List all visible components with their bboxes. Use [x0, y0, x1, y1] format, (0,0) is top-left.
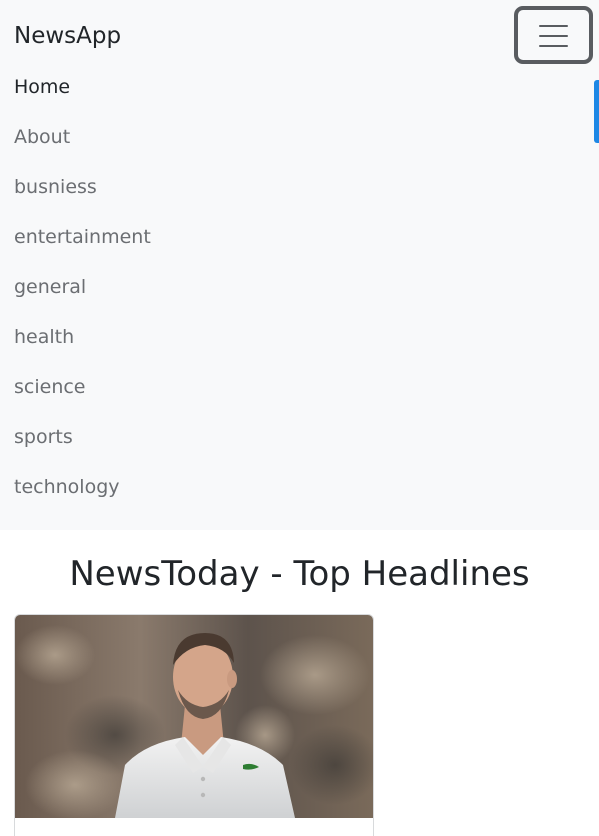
nav-link-entertainment[interactable]: entertainment	[14, 224, 151, 250]
scroll-indicator[interactable]	[594, 80, 599, 143]
page-title: NewsToday - Top Headlines	[69, 554, 530, 594]
nav-link-technology[interactable]: technology	[14, 474, 120, 500]
nav-link-sports[interactable]: sports	[14, 424, 73, 450]
news-card-image	[15, 615, 373, 818]
navbar-toggler-button[interactable]	[514, 6, 593, 64]
nav-link-general[interactable]: general	[14, 274, 86, 300]
news-card[interactable]	[14, 614, 374, 836]
nav-link-home[interactable]: Home	[14, 74, 70, 100]
nav-link-science[interactable]: science	[14, 374, 86, 400]
nav-link-business[interactable]: busniess	[14, 174, 97, 200]
nav-link-about[interactable]: About	[14, 124, 70, 150]
brand-link[interactable]: NewsApp	[14, 20, 121, 52]
nav-link-health[interactable]: health	[14, 324, 74, 350]
navbar: NewsApp Home About busniess entertainmen…	[0, 0, 599, 530]
